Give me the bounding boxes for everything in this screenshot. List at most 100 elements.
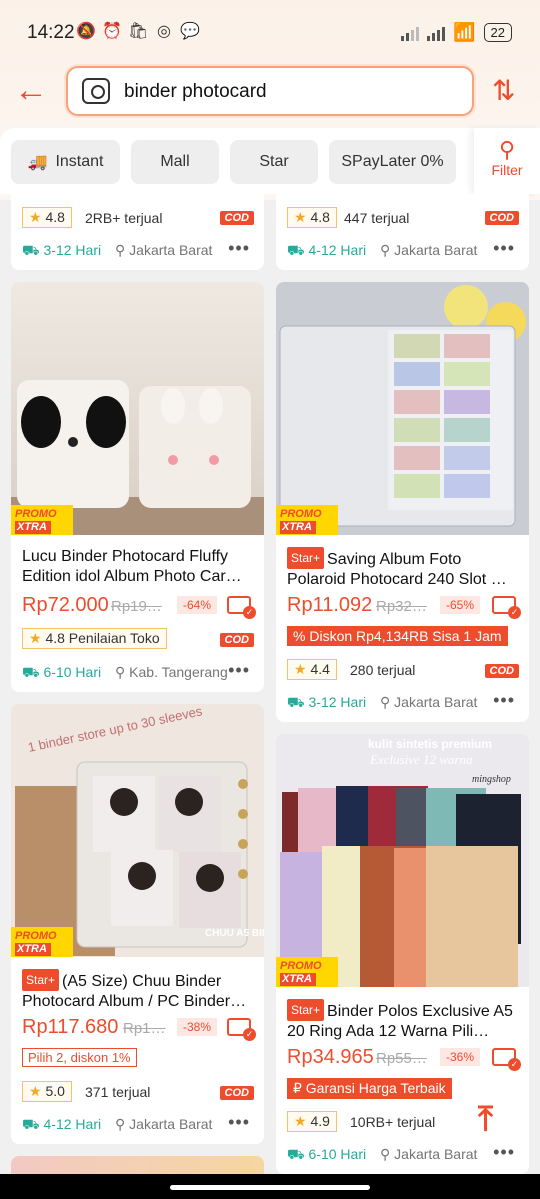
star-plus-badge: Star+ xyxy=(287,547,325,569)
sold-count: 447 terjual xyxy=(344,210,410,226)
flash-discount-tag: % Diskon Rp4,134RB Sisa 1 Jam xyxy=(287,626,508,646)
original-price: Rp32… xyxy=(376,598,427,615)
sold-count: 10RB+ terjual xyxy=(350,1114,436,1130)
chip-instant[interactable]: 🚚 Instant xyxy=(11,140,120,184)
location: ⚲ Jakarta Barat xyxy=(115,242,213,258)
original-price: Rp55… xyxy=(376,1050,427,1067)
voucher-icon xyxy=(492,596,521,619)
filter-button[interactable]: ⚲ Filter xyxy=(474,128,540,194)
bundle-discount-tag: Pilih 2, diskon 1% xyxy=(22,1048,137,1067)
mute-bell-icon: 🔕 xyxy=(76,23,96,40)
search-header: ← binder photocard ⇅ xyxy=(0,62,540,126)
location: ⚲ Kab. Tangerang xyxy=(115,664,228,680)
chip-star[interactable]: Star xyxy=(230,140,318,184)
cod-badge: COD xyxy=(219,1086,254,1100)
battery-icon: 22 xyxy=(483,23,512,42)
price-guarantee-tag: ₽ Garansi Harga Terbaik xyxy=(287,1078,452,1099)
product-card-top-left[interactable]: ★ 4.8 2RB+ terjual COD ⛟ 3-12 Hari ⚲ Jak… xyxy=(11,194,264,270)
promo-xtra-badge: PROMO XTRA xyxy=(276,957,338,987)
cod-badge: COD xyxy=(484,664,519,678)
more-options-icon[interactable]: ••• xyxy=(493,690,515,711)
product-card[interactable]: PROMO XTRA Lucu Binder Photocard Fluffy E… xyxy=(11,282,264,692)
image-caption-1: kulit sintetis premium xyxy=(368,737,492,751)
shipping-time: ⛟ 6-10 Hari xyxy=(22,664,102,680)
more-options-icon[interactable]: ••• xyxy=(228,238,250,259)
promo-xtra-badge: PROMO XTRA xyxy=(11,505,73,535)
more-options-icon[interactable]: ••• xyxy=(493,238,515,259)
original-price: Rp19… xyxy=(111,598,162,615)
image-caption-2: Exclusive 12 warna xyxy=(369,752,473,767)
shop-rating-box: ★ 4.8 Penilaian Toko xyxy=(22,628,167,649)
more-options-icon[interactable]: ••• xyxy=(228,1112,250,1133)
shop-watermark: mingshop xyxy=(472,774,511,785)
rating-box: ★ 4.8 xyxy=(22,207,72,228)
product-title: Star+ (A5 Size) Chuu Binder Photocard Alb… xyxy=(22,969,254,1012)
location: ⚲ Jakarta Barat xyxy=(115,1116,213,1132)
original-price: Rp1… xyxy=(123,1020,166,1037)
shipping-time: ⛟ 3-12 Hari xyxy=(287,694,367,710)
home-indicator[interactable] xyxy=(170,1185,370,1190)
product-title: Star+ Saving Album Foto Polaroid Photocar… xyxy=(287,547,519,590)
clock: 14:22 xyxy=(27,22,75,43)
product-image: PROMO XTRA xyxy=(11,282,264,535)
sold-count: 280 terjual xyxy=(350,662,416,678)
rating-box: ★ 4.9 xyxy=(287,1111,337,1132)
rating-box: ★ 4.8 xyxy=(287,207,337,228)
price: Rp11.092 xyxy=(287,594,373,616)
brand-text: CHUU A5 BINDER xyxy=(205,928,264,939)
shipping-time: ⛟ 6-10 Hari xyxy=(287,1146,367,1162)
search-query[interactable]: binder photocard xyxy=(124,81,267,103)
star-plus-badge: Star+ xyxy=(22,969,60,991)
rating-box: ★ 5.0 xyxy=(22,1081,72,1102)
location: ⚲ Jakarta Barat xyxy=(380,694,478,710)
signal-icon-2 xyxy=(427,25,446,41)
chip-spaylater[interactable]: SPayLater 0% xyxy=(329,140,456,184)
sold-count: 2RB+ terjual xyxy=(85,210,163,226)
discount-badge: -64% xyxy=(177,596,218,614)
chat-bubble-icon: 💬 xyxy=(180,23,200,40)
price: Rp72.000 xyxy=(22,594,109,616)
filter-chips: 🚚 Instant Mall Star SPayLater 0% ⚲ Filter xyxy=(0,128,540,194)
product-title: Lucu Binder Photocard Fluffy Edition ido… xyxy=(22,548,242,585)
signal-icon xyxy=(401,25,420,41)
location: ⚲ Jakarta Barat xyxy=(380,1146,478,1162)
sold-count: 371 terjual xyxy=(85,1084,151,1100)
product-image: PROMO XTRA xyxy=(276,282,529,535)
cod-badge: COD xyxy=(484,211,519,225)
cod-badge: COD xyxy=(219,633,254,647)
promo-xtra-badge: PROMO XTRA xyxy=(11,927,73,957)
product-card-top-right[interactable]: ★ 4.8 447 terjual COD ⛟ 4-12 Hari ⚲ Jaka… xyxy=(276,194,529,270)
price: Rp34.965 xyxy=(287,1046,374,1068)
shipping-time: ⛟ 4-12 Hari xyxy=(22,1116,102,1132)
scroll-to-top-icon[interactable]: ⤒ xyxy=(478,1100,493,1139)
discount-badge: -65% xyxy=(440,596,481,614)
more-options-icon[interactable]: ••• xyxy=(493,1142,515,1163)
price: Rp117.680 xyxy=(22,1016,119,1038)
more-options-icon[interactable]: ••• xyxy=(228,660,250,681)
product-card[interactable]: 1 binder store up to 30 sleeves CHUU A5 … xyxy=(11,704,264,1144)
sort-arrows-icon[interactable]: ⇅ xyxy=(492,74,515,107)
gesture-nav-bar xyxy=(0,1174,540,1199)
camera-search-icon[interactable] xyxy=(82,78,110,104)
star-plus-badge: Star+ xyxy=(287,999,325,1021)
voucher-icon xyxy=(227,1018,256,1041)
alarm-icon: ⏰ xyxy=(102,23,122,40)
shipping-time: ⛟ 3-12 Hari xyxy=(22,242,102,258)
instagram-icon: ◎ xyxy=(157,23,171,40)
product-card[interactable]: PROMO XTRA Star+ Saving Album Foto Polaroi… xyxy=(276,282,529,722)
product-image: kulit sintetis premium Exclusive 12 warn… xyxy=(276,734,529,987)
wifi-icon: 📶 xyxy=(453,22,476,42)
voucher-icon xyxy=(492,1048,521,1071)
discount-badge: -38% xyxy=(177,1018,218,1036)
funnel-icon: ⚲ xyxy=(498,137,516,162)
shipping-time: ⛟ 4-12 Hari xyxy=(287,242,367,258)
product-title: Star+ Binder Polos Exclusive A5 20 Ring A… xyxy=(287,999,519,1042)
cod-badge: COD xyxy=(219,211,254,225)
discount-badge: -36% xyxy=(440,1048,481,1066)
promo-xtra-badge: PROMO XTRA xyxy=(276,505,338,535)
status-bar: 14:22 🔕 ⏰ 🛍 ◎ 💬 📶 22 xyxy=(0,0,540,62)
back-arrow-icon[interactable]: ← xyxy=(14,72,54,112)
search-bar[interactable]: binder photocard xyxy=(66,66,474,116)
chip-mall[interactable]: Mall xyxy=(131,140,219,184)
shopping-bag-icon: 🛍 xyxy=(128,23,149,40)
